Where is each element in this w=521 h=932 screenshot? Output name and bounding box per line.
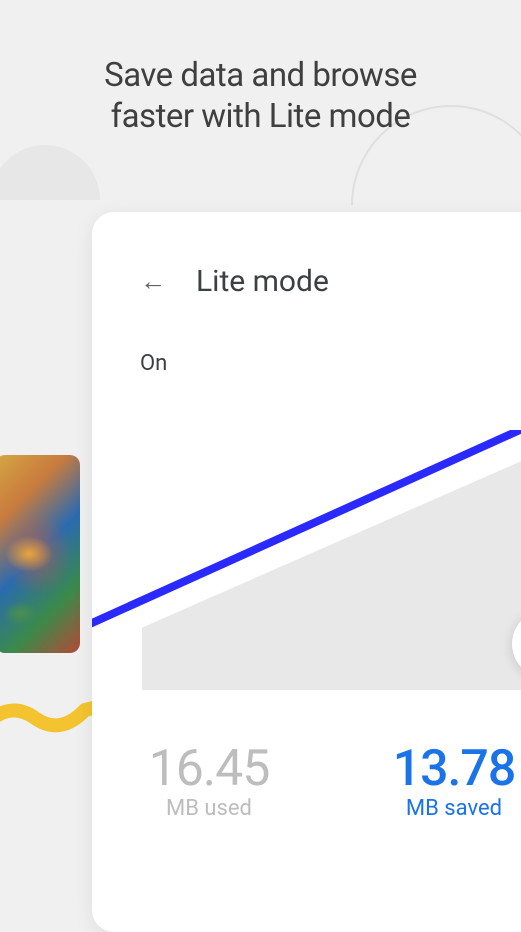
stat-saved: 13.78 MB saved <box>393 740 516 821</box>
toggle-row[interactable]: On <box>92 307 521 420</box>
stat-saved-label: MB saved <box>393 796 516 821</box>
card-header: ← Lite mode <box>92 212 521 307</box>
stat-used-label: MB used <box>149 796 270 821</box>
decorative-image-card <box>0 455 80 653</box>
yellow-wave-decoration <box>0 690 100 750</box>
card-title: Lite mode <box>196 264 329 299</box>
stat-used: 16.45 MB used <box>149 740 270 821</box>
data-usage-chart <box>92 430 521 690</box>
stat-saved-value: 13.78 <box>393 740 516 798</box>
headline-line2: faster with Lite mode <box>111 97 411 136</box>
page-headline: Save data and browse faster with Lite mo… <box>0 55 521 138</box>
back-arrow-icon[interactable]: ← <box>140 266 166 297</box>
stat-used-value: 16.45 <box>149 740 270 798</box>
stats-row: 16.45 MB used 13.78 MB saved <box>92 690 521 821</box>
lite-mode-card: ← Lite mode On 16.45 MB used 13.78 MB sa… <box>92 212 521 932</box>
chart-boundary-line <box>92 430 521 690</box>
toggle-label: On <box>140 351 167 376</box>
cloud-decoration-left <box>0 145 100 200</box>
headline-line1: Save data and browse <box>104 56 417 95</box>
